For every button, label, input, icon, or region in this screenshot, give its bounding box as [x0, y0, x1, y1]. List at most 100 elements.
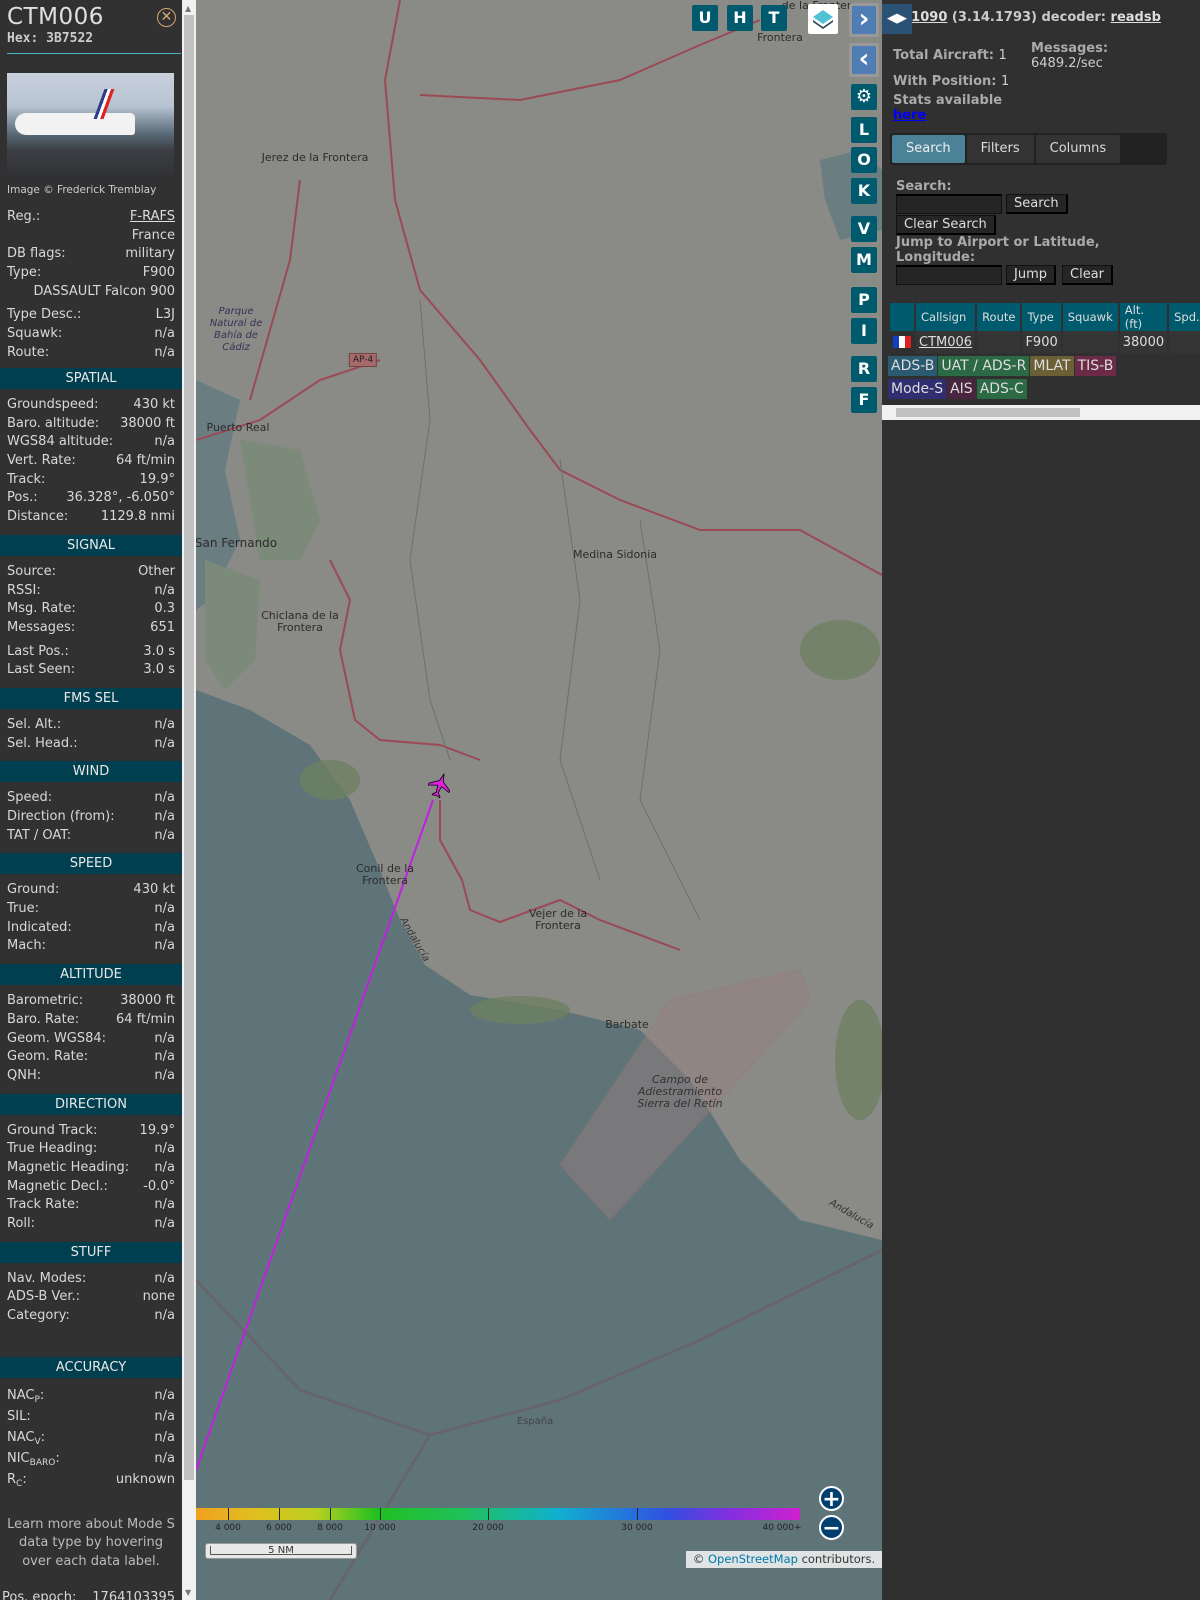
accuracy-label[interactable]: NACV: — [7, 1427, 45, 1448]
zoom-out-button[interactable]: − — [819, 1515, 844, 1541]
table-horizontal-scrollbar[interactable] — [882, 405, 1200, 420]
callsign-value[interactable]: CTM006 — [919, 335, 972, 350]
minor-road — [639, 519, 701, 921]
detail-value: n/a — [154, 1067, 175, 1083]
detail-label[interactable]: Ground Track: — [7, 1122, 97, 1141]
map-button-o[interactable]: O — [851, 147, 877, 173]
column-header[interactable]: Squawk — [1062, 303, 1118, 331]
detail-label[interactable]: Magnetic Decl.: — [7, 1178, 108, 1197]
detail-label[interactable]: Mach: — [7, 937, 46, 956]
detail-label[interactable]: Distance: — [7, 508, 68, 527]
column-header[interactable]: Callsign — [916, 303, 976, 331]
map[interactable]: Jerez de la Frontera Puerto Real San Fer… — [196, 0, 882, 1600]
detail-label[interactable]: Sel. Alt.: — [7, 716, 61, 735]
detail-row: Category: n/a — [0, 1307, 182, 1326]
collapse-panel-button[interactable]: ‹ — [849, 43, 879, 77]
detail-label[interactable]: WGS84 altitude: — [7, 433, 113, 452]
section-header-speed: SPEED — [0, 853, 182, 875]
detail-scrollbar[interactable]: ▲ ▼ — [182, 0, 196, 1600]
accuracy-label[interactable]: NICBARO: — [7, 1448, 60, 1469]
detail-label[interactable]: Vert. Rate: — [7, 452, 76, 471]
detail-label[interactable]: Geom. WGS84: — [7, 1030, 106, 1049]
map-button-v[interactable]: V — [851, 216, 877, 242]
detail-label[interactable]: Baro. altitude: — [7, 415, 99, 434]
map-button-p[interactable]: P — [851, 287, 877, 313]
aircraft-photo[interactable] — [7, 73, 174, 183]
toggle-sidebar-button[interactable]: ◀▶ — [882, 4, 912, 34]
detail-value: none — [142, 1289, 175, 1305]
column-header[interactable]: Route — [977, 303, 1021, 331]
detail-label[interactable]: True Heading: — [7, 1140, 97, 1159]
detail-label[interactable]: Source: — [7, 563, 56, 582]
label-subscript: BARO — [29, 1457, 56, 1468]
detail-label[interactable]: Barometric: — [7, 992, 83, 1011]
detail-label[interactable]: Track Rate: — [7, 1196, 79, 1215]
map-button-i[interactable]: I — [851, 318, 877, 344]
accuracy-label[interactable]: SIL: — [7, 1406, 31, 1427]
detail-label[interactable]: Geom. Rate: — [7, 1048, 88, 1067]
column-header[interactable]: Type — [1022, 303, 1061, 331]
stats-link[interactable]: here — [893, 108, 926, 123]
table-row[interactable]: CTM006 F900 38000 — [890, 331, 1200, 353]
detail-label[interactable]: Last Seen: — [7, 661, 75, 680]
accuracy-label[interactable]: RC: — [7, 1469, 27, 1490]
legend-tick — [228, 1508, 229, 1520]
detail-label[interactable]: Direction (from): — [7, 808, 115, 827]
map-button-r[interactable]: R — [851, 356, 877, 382]
detail-label[interactable]: Msg. Rate: — [7, 600, 76, 619]
search-button[interactable]: Search — [1006, 194, 1068, 214]
tab-search[interactable]: Search — [892, 135, 965, 163]
source-legend: ADS-B UAT / ADS-R MLAT TIS-B Mode-S AIS ADS-C — [888, 356, 1188, 402]
detail-label[interactable]: Baro. Rate: — [7, 1011, 79, 1030]
detail-label[interactable]: RSSI: — [7, 582, 41, 601]
decoder-link[interactable]: readsb — [1111, 10, 1161, 25]
map-button-l[interactable]: L — [851, 117, 877, 143]
forest-patch — [800, 620, 880, 680]
detail-label[interactable]: Pos.: — [7, 489, 38, 508]
layers-button[interactable] — [808, 4, 838, 34]
detail-label[interactable]: Last Pos.: — [7, 643, 69, 662]
detail-label[interactable]: Groundspeed: — [7, 396, 98, 415]
detail-value: 64 ft/min — [115, 453, 175, 469]
detail-label[interactable]: Magnetic Heading: — [7, 1159, 129, 1178]
jump-input[interactable] — [896, 265, 1002, 285]
map-button-k[interactable]: K — [851, 178, 877, 204]
map-button-t[interactable]: T — [761, 5, 787, 31]
clear-search-button[interactable]: Clear Search — [896, 215, 996, 235]
column-header[interactable]: Alt. (ft) — [1119, 303, 1168, 331]
settings-button[interactable]: ⚙ — [851, 84, 877, 110]
section-header-accuracy: ACCURACY — [0, 1356, 182, 1378]
detail-label[interactable]: Ground: — [7, 881, 59, 900]
detail-label[interactable]: Indicated: — [7, 919, 72, 938]
detail-label[interactable]: TAT / OAT: — [7, 827, 71, 846]
map-button-f[interactable]: F — [851, 387, 877, 413]
clear-button[interactable]: Clear — [1062, 265, 1113, 285]
detail-label[interactable]: Nav. Modes: — [7, 1270, 86, 1289]
column-header[interactable] — [890, 303, 914, 331]
detail-label[interactable]: Sel. Head.: — [7, 735, 78, 754]
detail-label[interactable]: Messages: — [7, 619, 75, 638]
search-input[interactable] — [896, 194, 1002, 214]
map-button-m[interactable]: M — [851, 247, 877, 273]
registration-link[interactable]: F-RAFS — [130, 208, 175, 227]
detail-label[interactable]: QNH: — [7, 1067, 41, 1086]
tab-filters[interactable]: Filters — [966, 135, 1034, 163]
close-icon[interactable]: ✕ — [157, 8, 176, 27]
tab-bar: Search Filters Columns — [890, 133, 1167, 165]
total-value: 1 — [998, 48, 1007, 63]
map-button-h[interactable]: H — [727, 5, 753, 31]
map-button-u[interactable]: U — [692, 5, 718, 31]
detail-label[interactable]: True: — [7, 900, 39, 919]
detail-label[interactable]: ADS-B Ver.: — [7, 1288, 80, 1307]
expand-panel-button[interactable]: › — [849, 3, 879, 37]
detail-label[interactable]: Track: — [7, 471, 45, 490]
detail-label[interactable]: Category: — [7, 1307, 70, 1326]
tab-columns[interactable]: Columns — [1035, 135, 1121, 163]
accuracy-label[interactable]: NACP: — [7, 1385, 44, 1406]
jump-button[interactable]: Jump — [1006, 265, 1056, 285]
osm-link[interactable]: OpenStreetMap — [708, 1552, 798, 1566]
detail-label[interactable]: Speed: — [7, 789, 52, 808]
zoom-in-button[interactable]: + — [819, 1486, 844, 1512]
column-header[interactable]: Spd. — [1169, 303, 1200, 331]
detail-label[interactable]: Roll: — [7, 1215, 35, 1234]
